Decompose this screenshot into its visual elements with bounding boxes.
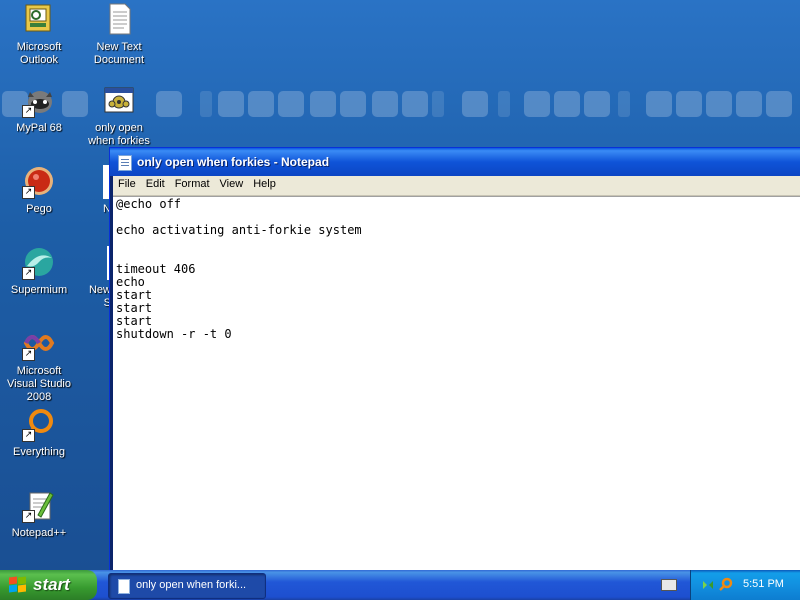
window-titlebar[interactable]: only open when forkies - Notepad — [110, 148, 800, 176]
menu-file[interactable]: File — [113, 176, 141, 192]
desktop-icon-label: Notepad++ — [11, 527, 67, 539]
desktop-icon-partial[interactable]: N — [81, 165, 111, 216]
desktop-icon-batch-file[interactable]: only open when forkies — [81, 84, 157, 148]
desktop-icon-everything[interactable]: ↗ Everything — [1, 408, 77, 459]
notepad-icon — [118, 579, 130, 594]
desktop-icon-notepadpp[interactable]: ↗ Notepad++ — [1, 489, 77, 540]
supermium-icon: ↗ — [22, 246, 56, 280]
desktop-icon-partial[interactable]: New S — [81, 246, 111, 310]
pego-icon: ↗ — [22, 165, 56, 199]
desktop-icon-visual-studio[interactable]: ↗ Microsoft Visual Studio 2008 — [1, 327, 77, 404]
outlook-icon — [22, 3, 56, 37]
visual-studio-icon: ↗ — [22, 327, 56, 361]
shortcut-arrow-icon: ↗ — [22, 348, 35, 361]
menu-view[interactable]: View — [215, 176, 249, 192]
desktop-icon-outlook[interactable]: Microsoft Outlook — [1, 3, 77, 67]
shortcut-arrow-icon: ↗ — [22, 267, 35, 280]
notepad-icon — [118, 155, 132, 171]
desktop-icon-pego[interactable]: ↗ Pego — [1, 165, 77, 216]
menu-edit[interactable]: Edit — [141, 176, 170, 192]
desktop-icon-label: Pego — [26, 203, 52, 215]
desktop-icon-label: Everything — [13, 446, 65, 458]
shortcut-arrow-icon: ↗ — [22, 510, 35, 523]
desktop-icon-supermium[interactable]: ↗ Supermium — [1, 246, 77, 297]
clock[interactable]: 5:51 PM — [743, 578, 784, 590]
editor-content[interactable]: @echo off echo activating anti-forkie sy… — [113, 197, 800, 342]
desktop-icon-mypal[interactable]: ↗ MyPal 68 — [1, 84, 77, 135]
desktop-icon-label: only open when forkies — [88, 122, 150, 147]
network-icon[interactable] — [701, 578, 715, 592]
everything-icon: ↗ — [22, 408, 56, 442]
text-editor-area[interactable]: @echo off echo activating anti-forkie sy… — [113, 196, 800, 577]
notepadpp-icon: ↗ — [22, 489, 56, 523]
desktop-icon-label: Supermium — [10, 284, 68, 296]
system-tray: 5:51 PM — [690, 570, 800, 600]
desktop-icon-label: New Text Document — [93, 41, 145, 66]
shortcut-arrow-icon: ↗ — [22, 186, 35, 199]
taskbar-button-label: only open when forki... — [136, 579, 247, 591]
notepad-window: only open when forkies - Notepad File Edi… — [109, 147, 800, 579]
window-title: only open when forkies - Notepad — [137, 155, 330, 169]
menu-format[interactable]: Format — [170, 176, 215, 192]
desktop-icon-label: N — [103, 203, 111, 215]
menu-help[interactable]: Help — [248, 176, 281, 192]
search-icon[interactable] — [719, 577, 733, 591]
start-label: start — [33, 575, 70, 594]
taskbar-button-notepad[interactable]: only open when forki... — [108, 573, 266, 599]
start-button[interactable]: start — [0, 570, 97, 600]
desktop-icon-label: Microsoft Visual Studio 2008 — [6, 365, 71, 403]
windows-logo-icon — [9, 576, 27, 593]
batch-file-icon — [102, 84, 136, 118]
taskbar: start only open when forki... 5:51 PM — [0, 570, 800, 600]
shortcut-arrow-icon: ↗ — [22, 429, 35, 442]
shortcut-arrow-icon: ↗ — [22, 105, 35, 118]
desktop-icon-label: New S — [88, 284, 111, 309]
keyboard-icon[interactable] — [661, 579, 677, 591]
desktop-icon-label: MyPal 68 — [16, 122, 62, 134]
desktop-icon-new-text-document[interactable]: New Text Document — [81, 3, 157, 67]
mypal-icon: ↗ — [22, 84, 56, 118]
menu-bar: File Edit Format View Help — [113, 176, 800, 196]
text-document-icon — [102, 3, 136, 37]
desktop-icon-label: Microsoft Outlook — [16, 41, 62, 66]
